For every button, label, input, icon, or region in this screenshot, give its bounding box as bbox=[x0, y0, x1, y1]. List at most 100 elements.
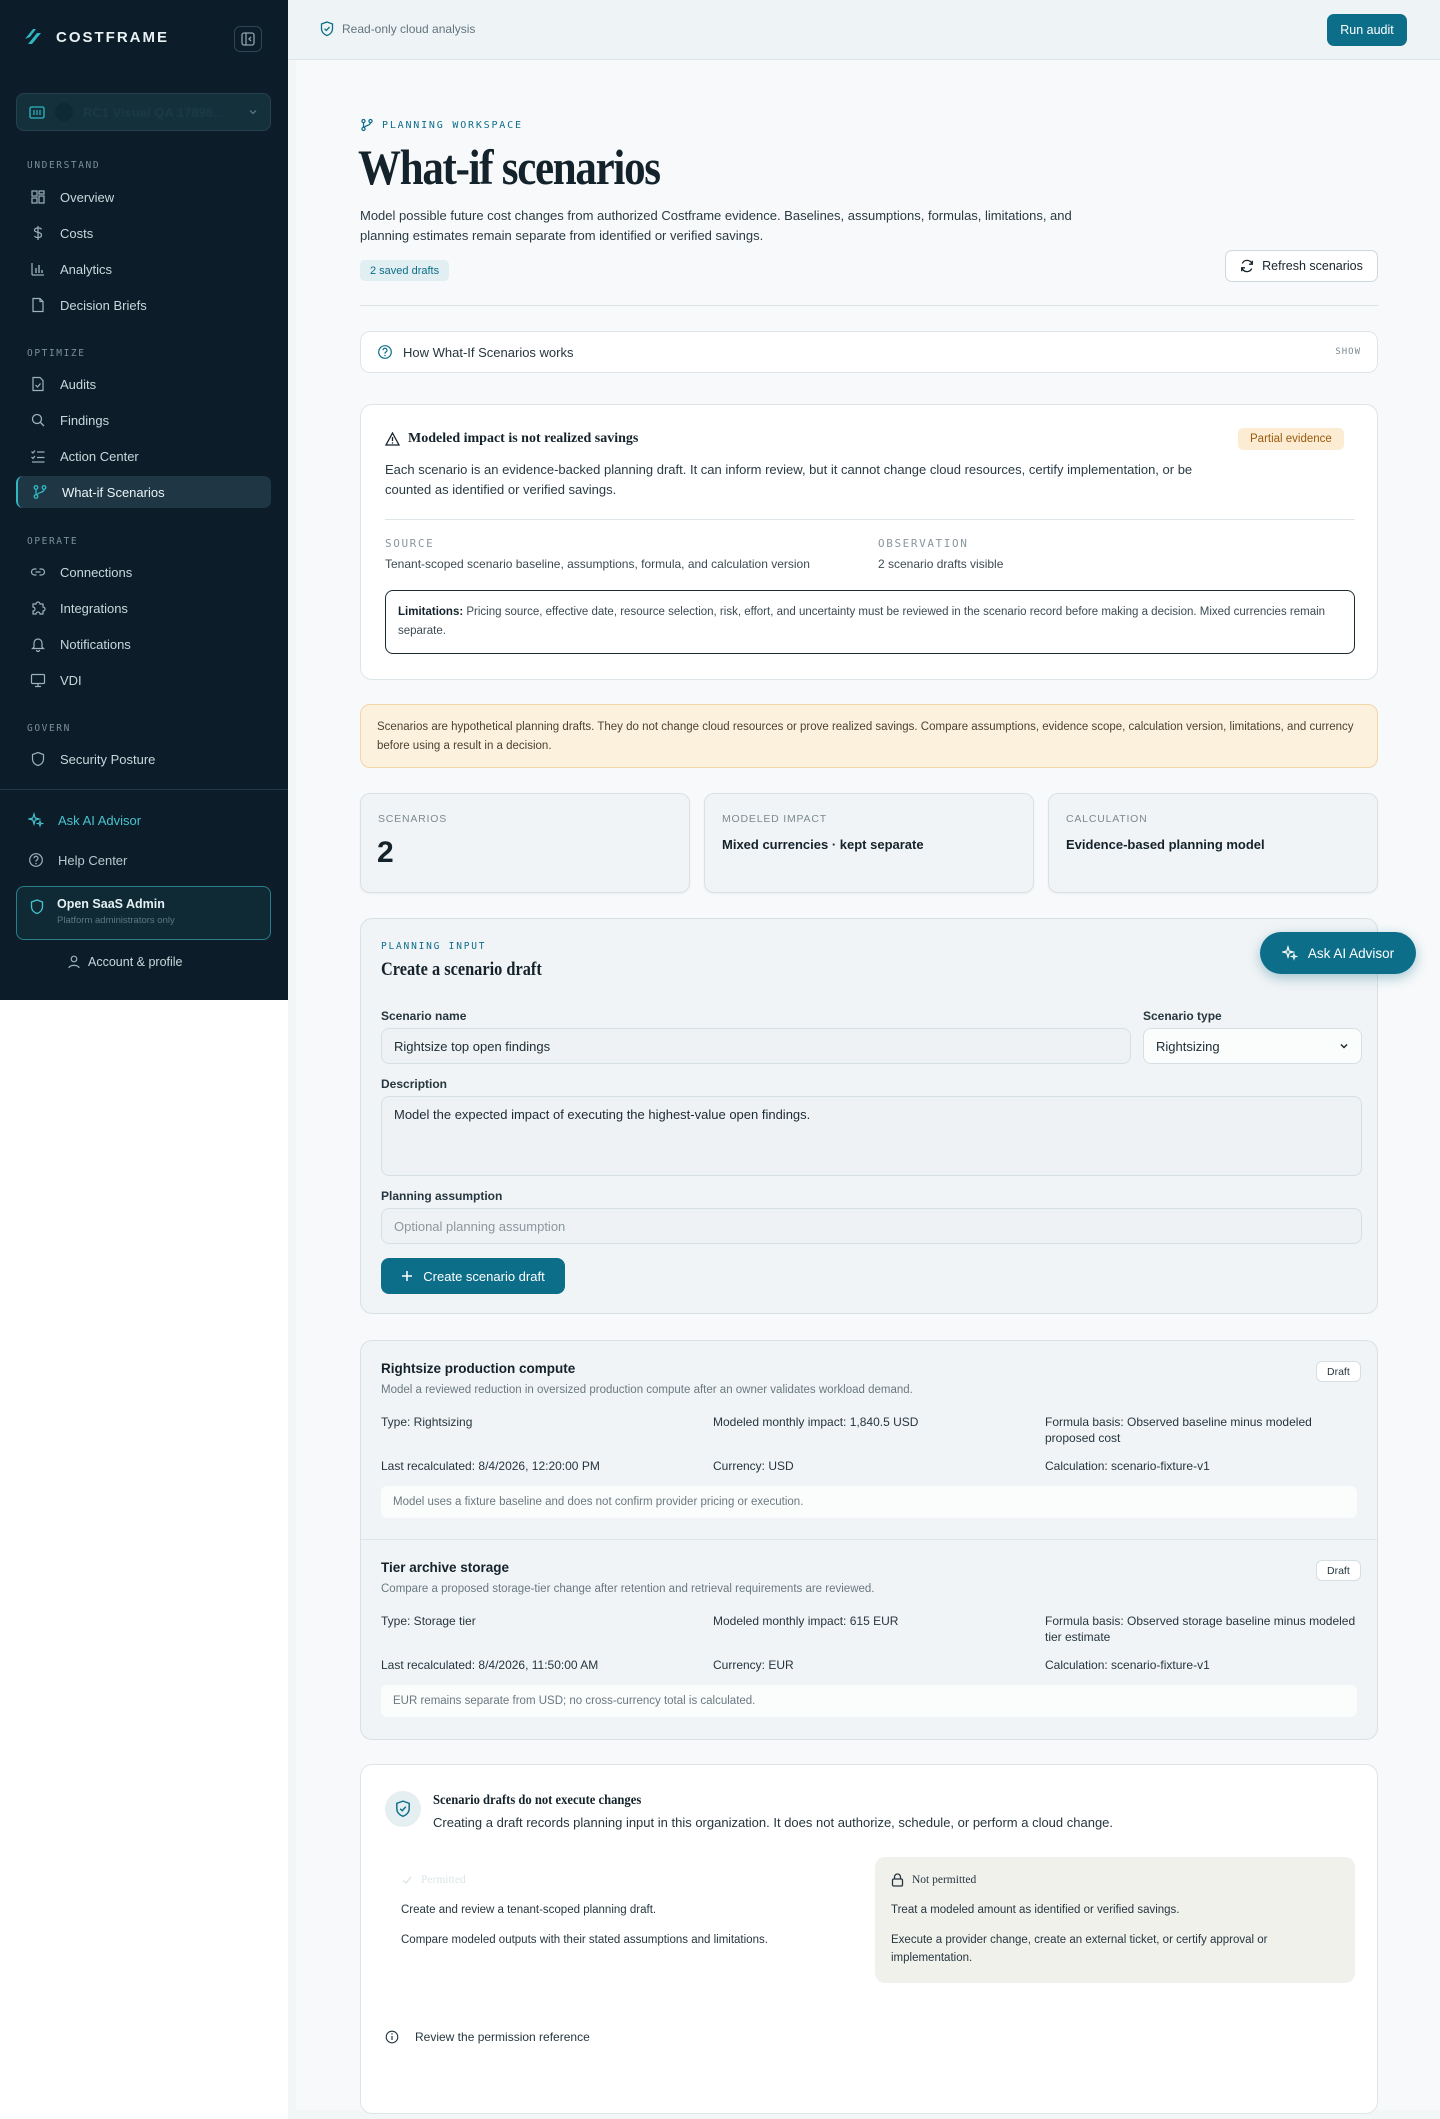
metric-scenarios: SCENARIOS 2 bbox=[360, 793, 690, 893]
nav-section-optimize: OPTIMIZE bbox=[27, 348, 86, 359]
sidebar-item-label: Findings bbox=[60, 412, 110, 428]
create-button-label: Create scenario draft bbox=[423, 1268, 545, 1284]
branch-icon bbox=[361, 118, 373, 132]
metric-modeled-impact: MODELED IMPACT Mixed currencies · kept s… bbox=[704, 793, 1034, 893]
draft-badge: Draft bbox=[1316, 1560, 1361, 1581]
sidebar-item-overview[interactable]: Overview bbox=[16, 181, 271, 213]
form-title: Create a scenario draft bbox=[381, 959, 542, 980]
run-audit-button[interactable]: Run audit bbox=[1327, 14, 1407, 46]
lock-icon bbox=[891, 1873, 904, 1887]
scenario-recalculated: Last recalculated: 8/4/2026, 11:50:00 AM bbox=[381, 1658, 599, 1672]
organization-selector[interactable]: RC1 Visual QA 17898... bbox=[16, 93, 271, 131]
sidebar-item-security-posture[interactable]: Security Posture bbox=[16, 743, 271, 775]
bell-icon bbox=[31, 638, 45, 652]
sidebar-item-label: Audits bbox=[60, 376, 97, 392]
scenario-impact: Modeled monthly impact: 1,840.5 USD bbox=[713, 1415, 919, 1429]
nav-section-govern: GOVERN bbox=[27, 723, 71, 734]
permitted-column: Permitted Create and review a tenant-sco… bbox=[385, 1857, 865, 1983]
evidence-title-text: Modeled impact is not realized savings bbox=[408, 431, 639, 446]
sidebar-item-vdi[interactable]: VDI bbox=[16, 664, 271, 696]
sidebar-item-findings[interactable]: Findings bbox=[16, 404, 271, 436]
scenario-name-input[interactable]: Rightsize top open findings bbox=[381, 1028, 1131, 1064]
shield-icon bbox=[30, 899, 44, 915]
scenario-title: Tier archive storage bbox=[381, 1560, 510, 1575]
planning-assumption-input[interactable]: Optional planning assumption bbox=[381, 1208, 1362, 1244]
sidebar-item-integrations[interactable]: Integrations bbox=[16, 592, 271, 624]
sidebar-item-connections[interactable]: Connections bbox=[16, 556, 271, 588]
grid-icon bbox=[31, 190, 45, 204]
metric-label: CALCULATION bbox=[1066, 813, 1148, 825]
collapse-sidebar-button[interactable] bbox=[234, 26, 262, 52]
limitations-label: Limitations: bbox=[398, 606, 464, 618]
checklist-icon bbox=[31, 450, 45, 463]
plus-icon bbox=[402, 1271, 413, 1281]
how-it-works-toggle[interactable]: How What-If Scenarios works SHOW bbox=[360, 331, 1378, 373]
ask-ai-advisor-link[interactable]: Ask AI Advisor bbox=[16, 804, 153, 836]
refresh-scenarios-button[interactable]: Refresh scenarios bbox=[1225, 250, 1378, 282]
monitor-icon bbox=[30, 673, 46, 688]
create-scenario-draft-button[interactable]: Create scenario draft bbox=[381, 1258, 565, 1294]
brand[interactable]: COSTFRAME bbox=[22, 26, 169, 48]
hypothetical-notice: Scenarios are hypothetical planning draf… bbox=[360, 704, 1378, 768]
ask-ai-label: Ask AI Advisor bbox=[58, 812, 142, 828]
scenario-impact: Modeled monthly impact: 615 EUR bbox=[713, 1614, 899, 1628]
sidebar-item-what-if-scenarios[interactable]: What-if Scenarios bbox=[16, 476, 271, 508]
sidebar-item-costs[interactable]: Costs bbox=[16, 217, 271, 249]
help-icon bbox=[29, 853, 43, 867]
limitations-text: Pricing source, effective date, resource… bbox=[398, 606, 1326, 637]
open-saas-admin-card[interactable]: Open SaaS Admin Platform administrators … bbox=[16, 886, 271, 940]
permissions-title: Scenario drafts do not execute changes bbox=[433, 1793, 642, 1808]
admin-subtitle: Platform administrators only bbox=[57, 915, 175, 926]
sidebar-item-audits[interactable]: Audits bbox=[16, 368, 271, 400]
scenario-type-label: Scenario type bbox=[1143, 1009, 1222, 1023]
permitted-header: Permitted bbox=[401, 1871, 849, 1889]
admin-title: Open SaaS Admin bbox=[57, 897, 165, 911]
sidebar-item-notifications[interactable]: Notifications bbox=[16, 628, 271, 660]
scenario-note: EUR remains separate from USD; no cross-… bbox=[381, 1685, 1357, 1717]
source-label: SOURCE bbox=[385, 537, 435, 550]
sidebar-item-action-center[interactable]: Action Center bbox=[16, 440, 271, 472]
sidebar-item-analytics[interactable]: Analytics bbox=[16, 253, 271, 285]
permission-reference-link[interactable]: Review the permission reference bbox=[385, 2030, 590, 2044]
planning-assumption-label: Planning assumption bbox=[381, 1189, 503, 1203]
sidebar-item-label: Analytics bbox=[60, 261, 113, 277]
ask-ai-advisor-button[interactable]: Ask AI Advisor bbox=[1260, 932, 1416, 974]
document-icon bbox=[32, 297, 44, 313]
permissions-subtitle: Creating a draft records planning input … bbox=[433, 1815, 1114, 1830]
permissions-card: Scenario drafts do not execute changes C… bbox=[360, 1764, 1378, 2114]
metric-value: Evidence-based planning model bbox=[1066, 837, 1265, 852]
sidebar-item-label: Costs bbox=[60, 225, 94, 241]
scenario-item[interactable]: Rightsize production compute Model a rev… bbox=[361, 1341, 1377, 1539]
observation-label: OBSERVATION bbox=[878, 537, 969, 550]
show-toggle[interactable]: SHOW bbox=[1335, 347, 1361, 357]
warning-icon bbox=[385, 432, 400, 446]
account-profile-link[interactable]: Account & profile bbox=[68, 955, 183, 969]
dollar-icon bbox=[33, 226, 43, 240]
saved-drafts-badge: 2 saved drafts bbox=[360, 260, 450, 281]
scenario-item[interactable]: Tier archive storage Compare a proposed … bbox=[361, 1539, 1377, 1737]
top-bar: Read-only cloud analysis Run audit bbox=[288, 0, 1440, 60]
sidebar-item-decision-briefs[interactable]: Decision Briefs bbox=[16, 289, 271, 321]
help-center-link[interactable]: Help Center bbox=[16, 844, 139, 876]
description-textarea[interactable]: Model the expected impact of executing t… bbox=[381, 1096, 1362, 1176]
scenario-type-select[interactable]: Rightsizing bbox=[1143, 1028, 1362, 1064]
branch-icon bbox=[33, 485, 47, 499]
account-label: Account & profile bbox=[88, 955, 183, 969]
sidebar-item-label: Decision Briefs bbox=[60, 297, 147, 313]
bar-chart-icon bbox=[31, 263, 44, 276]
help-label: Help Center bbox=[58, 852, 128, 868]
metric-value: 2 bbox=[377, 836, 394, 869]
permissions-icon-wrap bbox=[385, 1791, 421, 1827]
eyebrow-label: PLANNING WORKSPACE bbox=[382, 119, 523, 131]
brand-name: COSTFRAME bbox=[56, 28, 169, 46]
ask-ai-float-label: Ask AI Advisor bbox=[1307, 945, 1395, 961]
metric-label: MODELED IMPACT bbox=[722, 813, 827, 825]
org-name: RC1 Visual QA 17898... bbox=[83, 104, 224, 120]
metric-value: Mixed currencies · kept separate bbox=[722, 837, 924, 852]
permitted-label: Permitted bbox=[421, 1874, 466, 1886]
scenario-calculation: Calculation: scenario-fixture-v1 bbox=[1045, 1658, 1210, 1672]
scenario-type: Type: Storage tier bbox=[381, 1614, 476, 1628]
evidence-divider bbox=[385, 519, 1355, 520]
evidence-title: Modeled impact is not realized savings bbox=[385, 431, 638, 447]
partial-evidence-badge: Partial evidence bbox=[1238, 428, 1344, 450]
